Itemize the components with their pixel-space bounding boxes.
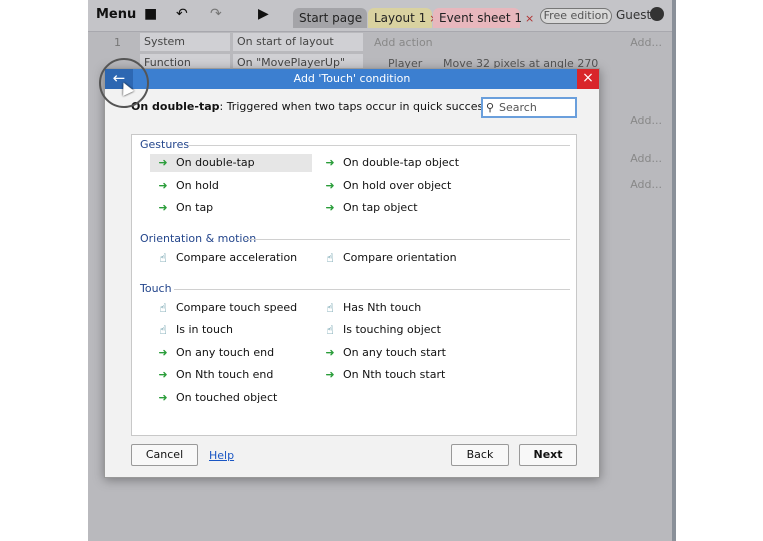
condition-description: On double-tap: Triggered when two taps o… bbox=[131, 100, 509, 113]
condition-on-touched-object[interactable]: ➜ On touched object bbox=[150, 389, 277, 407]
section-heading: Gestures bbox=[140, 138, 190, 151]
divider bbox=[244, 239, 570, 240]
undo-icon[interactable]: ↶ bbox=[176, 6, 188, 22]
condition-label: On hold bbox=[176, 179, 219, 192]
next-button[interactable]: Next bbox=[519, 444, 577, 466]
condition-list: Gestures ➜ On double-tap ➜ On double-tap o… bbox=[131, 134, 577, 436]
description-title: On double-tap bbox=[131, 100, 220, 113]
condition-label: Is in touch bbox=[176, 323, 234, 336]
trigger-arrow-icon: ➜ bbox=[158, 368, 168, 381]
condition-on-double-tap[interactable]: ➜ On double-tap bbox=[150, 154, 312, 172]
condition-label: Compare touch speed bbox=[176, 301, 298, 314]
condition-on-tap[interactable]: ➜ On tap bbox=[150, 199, 213, 217]
condition-is-in-touch[interactable]: ☝ Is in touch bbox=[150, 321, 233, 339]
condition-label: Compare acceleration bbox=[176, 251, 298, 264]
condition-label: On double-tap object bbox=[343, 156, 460, 169]
condition-on-any-touch-start[interactable]: ➜ On any touch start bbox=[317, 344, 446, 362]
tab-label: Start page bbox=[299, 11, 363, 25]
condition-label: On touched object bbox=[176, 391, 278, 404]
condition-label: On double-tap bbox=[176, 156, 255, 169]
condition-label: On Nth touch end bbox=[176, 368, 274, 381]
touch-icon: ☝ bbox=[159, 251, 167, 265]
condition-on-tap-object[interactable]: ➜ On tap object bbox=[317, 199, 418, 217]
free-edition-badge[interactable]: Free edition bbox=[540, 8, 612, 24]
add-action-link[interactable]: Add action bbox=[374, 36, 433, 49]
condition-on-nth-touch-start[interactable]: ➜ On Nth touch start bbox=[317, 366, 445, 384]
touch-icon: ☝ bbox=[326, 323, 334, 337]
search-icon: ⚲ bbox=[486, 101, 495, 114]
dialog-title: Add 'Touch' condition bbox=[105, 69, 599, 89]
condition-compare-orientation[interactable]: ☝ Compare orientation bbox=[317, 249, 457, 267]
close-tab-icon[interactable]: × bbox=[525, 12, 534, 25]
trigger-arrow-icon: ➜ bbox=[325, 201, 335, 214]
trigger-arrow-icon: ➜ bbox=[158, 346, 168, 359]
description-text: : Triggered when two taps occur in quick… bbox=[219, 100, 510, 113]
condition-label: On hold over object bbox=[343, 179, 452, 192]
row-number: 1 bbox=[114, 36, 121, 49]
condition-on-any-touch-end[interactable]: ➜ On any touch end bbox=[150, 344, 274, 362]
event-object[interactable]: System bbox=[140, 33, 230, 51]
divider bbox=[174, 289, 570, 290]
condition-label: Has Nth touch bbox=[343, 301, 422, 314]
cancel-button[interactable]: Cancel bbox=[131, 444, 198, 466]
add-link[interactable]: Add... bbox=[630, 178, 662, 191]
toolbar: Menu ■ ↶ ↷ ▶ Start page Layout 1× Event … bbox=[88, 0, 674, 32]
condition-is-touching-object[interactable]: ☝ Is touching object bbox=[317, 321, 441, 339]
condition-label: On tap object bbox=[343, 201, 418, 214]
condition-on-double-tap-object[interactable]: ➜ On double-tap object bbox=[317, 154, 459, 172]
play-icon[interactable]: ▶ bbox=[258, 6, 269, 22]
save-icon[interactable]: ■ bbox=[144, 6, 157, 22]
condition-label: Compare orientation bbox=[343, 251, 457, 264]
trigger-arrow-icon: ➜ bbox=[158, 391, 168, 404]
section-heading: Orientation & motion bbox=[140, 232, 257, 245]
help-link[interactable]: Help bbox=[209, 449, 234, 462]
tab-layout-1[interactable]: Layout 1× bbox=[368, 8, 438, 28]
condition-compare-acceleration[interactable]: ☝ Compare acceleration bbox=[150, 249, 297, 267]
tab-start-page[interactable]: Start page bbox=[293, 8, 367, 28]
search-input[interactable]: ⚲ Search bbox=[481, 97, 577, 118]
tab-event-sheet-1[interactable]: Event sheet 1 × bbox=[433, 8, 534, 28]
tab-label: Layout 1 bbox=[374, 11, 427, 25]
touch-icon: ☝ bbox=[326, 251, 334, 265]
user-icon[interactable] bbox=[650, 7, 664, 21]
touch-icon: ☝ bbox=[159, 323, 167, 337]
condition-label: On any touch start bbox=[343, 346, 446, 359]
condition-label: On Nth touch start bbox=[343, 368, 446, 381]
add-link[interactable]: Add... bbox=[630, 36, 662, 49]
tab-label: Event sheet 1 bbox=[439, 11, 522, 25]
condition-label: Is touching object bbox=[343, 323, 441, 336]
divider bbox=[188, 145, 570, 146]
trigger-arrow-icon: ➜ bbox=[158, 156, 168, 169]
redo-icon[interactable]: ↷ bbox=[210, 6, 222, 22]
condition-on-hold[interactable]: ➜ On hold bbox=[150, 177, 219, 195]
guest-label[interactable]: Guest bbox=[616, 8, 651, 22]
trigger-arrow-icon: ➜ bbox=[158, 201, 168, 214]
back-button[interactable]: Back bbox=[451, 444, 509, 466]
condition-on-nth-touch-end[interactable]: ➜ On Nth touch end bbox=[150, 366, 273, 384]
screen: Menu ■ ↶ ↷ ▶ Start page Layout 1× Event … bbox=[0, 0, 763, 541]
add-condition-dialog: Add 'Touch' condition ← × On double-tap:… bbox=[104, 68, 600, 478]
add-link[interactable]: Add... bbox=[630, 114, 662, 127]
touch-icon: ☝ bbox=[159, 301, 167, 315]
trigger-arrow-icon: ➜ bbox=[325, 179, 335, 192]
trigger-arrow-icon: ➜ bbox=[325, 346, 335, 359]
condition-has-nth-touch[interactable]: ☝ Has Nth touch bbox=[317, 299, 421, 317]
section-heading: Touch bbox=[140, 282, 172, 295]
close-button[interactable]: × bbox=[577, 69, 599, 89]
menu-button[interactable]: Menu bbox=[96, 7, 136, 22]
event-row[interactable]: 1 System On start of layout Add action A… bbox=[88, 33, 674, 51]
trigger-arrow-icon: ➜ bbox=[325, 156, 335, 169]
touch-icon: ☝ bbox=[326, 301, 334, 315]
trigger-arrow-icon: ➜ bbox=[325, 368, 335, 381]
condition-on-hold-over-object[interactable]: ➜ On hold over object bbox=[317, 177, 451, 195]
search-placeholder: Search bbox=[499, 101, 537, 114]
condition-label: On any touch end bbox=[176, 346, 275, 359]
condition-label: On tap bbox=[176, 201, 214, 214]
trigger-arrow-icon: ➜ bbox=[158, 179, 168, 192]
add-link[interactable]: Add... bbox=[630, 152, 662, 165]
event-condition[interactable]: On start of layout bbox=[233, 33, 363, 51]
window-edge bbox=[672, 0, 676, 541]
condition-compare-touch-speed[interactable]: ☝ Compare touch speed bbox=[150, 299, 297, 317]
